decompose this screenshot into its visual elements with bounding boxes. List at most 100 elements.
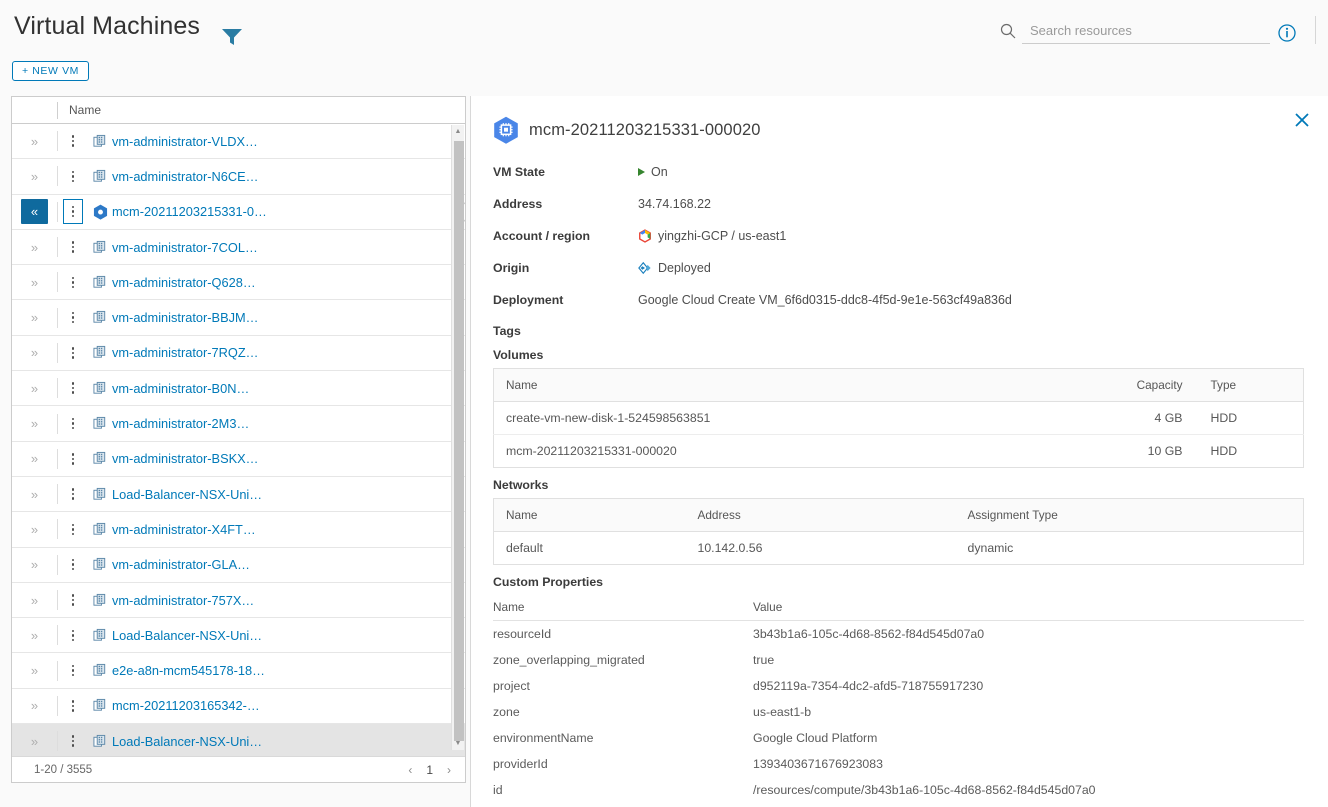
row-actions-menu-button[interactable] — [58, 558, 88, 571]
expand-row-button[interactable]: » — [12, 734, 57, 749]
vm-list-row-selected[interactable]: « mcm-20211203215331-0… — [12, 194, 465, 230]
vm-row-name[interactable]: vm-administrator-VLDX… — [112, 134, 258, 149]
vm-row-name[interactable]: vm-administrator-BBJM… — [112, 310, 258, 325]
vm-row-name[interactable]: Load-Balancer-NSX-Uni… — [112, 628, 262, 643]
row-actions-menu-button[interactable] — [58, 700, 88, 712]
custom-property-row: zone us-east1-b — [493, 699, 1304, 725]
collapse-row-button[interactable]: « — [12, 199, 57, 225]
scrollbar-thumb[interactable] — [454, 141, 464, 741]
vm-row-name[interactable]: vm-administrator-Q628… — [112, 275, 256, 290]
vm-list-row[interactable]: » e2e-a8n-mcm545178-18… — [12, 653, 465, 689]
row-actions-menu-button[interactable] — [58, 135, 88, 147]
vm-list-row[interactable]: » Load-Balancer-NSX-Uni… — [12, 618, 465, 654]
row-actions-menu-button[interactable] — [58, 276, 88, 289]
close-x-icon[interactable] — [1292, 110, 1312, 130]
vm-list-row[interactable]: » vm-administrator-X4FT… — [12, 512, 465, 548]
expand-row-button[interactable]: » — [12, 134, 57, 149]
expand-row-button[interactable]: » — [12, 451, 57, 466]
expand-row-button[interactable]: » — [12, 557, 57, 572]
expand-row-button[interactable]: » — [12, 487, 57, 502]
volumes-table-header-row: Name Capacity Type — [493, 368, 1304, 402]
vm-list-row[interactable]: » vm-administrator-7RQZ… — [12, 335, 465, 372]
row-actions-menu-button[interactable] — [58, 382, 88, 394]
vm-list-row[interactable]: » Load-Balancer-NSX-Uni… — [12, 724, 465, 760]
vm-list-row[interactable]: » vm-administrator-7COL… — [12, 229, 465, 266]
vm-icon — [88, 698, 112, 713]
vm-list-row[interactable]: » vm-administrator-VLDX… — [12, 124, 465, 160]
vm-detail-panel: mcm-20211203215331-000020 VM State On Addr… — [470, 96, 1328, 807]
vm-list-row[interactable]: » vm-administrator-2M3… — [12, 406, 465, 442]
search-container — [1000, 20, 1270, 46]
vm-row-name[interactable]: vm-administrator-7COL… — [112, 240, 258, 255]
expand-row-button[interactable]: » — [12, 416, 57, 431]
row-actions-menu-button[interactable] — [58, 488, 88, 500]
vm-list-row[interactable]: » vm-administrator-N6CE… — [12, 159, 465, 195]
vm-row-name[interactable]: e2e-a8n-mcm545178-18… — [112, 663, 265, 678]
row-actions-menu-button[interactable] — [58, 664, 88, 677]
row-actions-menu-button[interactable] — [58, 594, 88, 606]
info-circle-icon[interactable] — [1278, 24, 1296, 42]
row-actions-menu-button[interactable] — [58, 241, 88, 253]
expand-row-button[interactable]: » — [12, 698, 57, 713]
vm-row-name[interactable]: vm-administrator-2M3… — [112, 416, 249, 431]
row-actions-menu-button[interactable] — [58, 629, 88, 642]
expand-row-button[interactable]: » — [12, 275, 57, 290]
custom-property-name: id — [493, 783, 503, 797]
filter-funnel-icon[interactable] — [220, 26, 244, 48]
row-actions-menu-button[interactable] — [58, 735, 88, 747]
row-actions-menu-button[interactable] — [58, 453, 88, 465]
next-page-button[interactable]: › — [447, 763, 451, 777]
vm-row-name[interactable]: vm-administrator-BSKX… — [112, 451, 258, 466]
vm-list-row[interactable]: » vm-administrator-757X… — [12, 582, 465, 619]
vm-row-name[interactable]: Load-Balancer-NSX-Uni… — [112, 734, 262, 749]
vm-icon — [88, 169, 112, 184]
detail-property-row: Address 34.74.168.22 — [493, 188, 1328, 220]
vm-list-row[interactable]: » vm-administrator-Q628… — [12, 265, 465, 301]
custom-property-value: us-east1-b — [753, 705, 812, 719]
prev-page-button[interactable]: ‹ — [408, 763, 412, 777]
custom-property-row: project d952119a-7354-4dc2-afd5-718755917… — [493, 673, 1304, 699]
vm-row-name[interactable]: vm-administrator-N6CE… — [112, 169, 258, 184]
expand-row-button[interactable]: » — [12, 663, 57, 678]
vm-row-name[interactable]: vm-administrator-B0N… — [112, 381, 249, 396]
tags-section-title: Tags — [493, 324, 521, 338]
expand-row-button[interactable]: » — [12, 169, 57, 184]
vm-list-row[interactable]: » vm-administrator-BBJM… — [12, 300, 465, 336]
expand-row-button[interactable]: » — [12, 345, 57, 360]
expand-row-button[interactable]: » — [12, 381, 57, 396]
vm-list-row[interactable]: » Load-Balancer-NSX-Uni… — [12, 476, 465, 513]
vm-list-row[interactable]: » vm-administrator-B0N… — [12, 371, 465, 407]
vm-row-name[interactable]: vm-administrator-757X… — [112, 593, 254, 608]
vm-list-row[interactable]: » vm-administrator-BSKX… — [12, 441, 465, 477]
row-actions-menu-button[interactable] — [58, 523, 88, 536]
list-scrollbar[interactable]: ▲ ▼ — [451, 125, 464, 750]
vm-row-name[interactable]: vm-administrator-X4FT… — [112, 522, 256, 537]
vm-row-name[interactable]: vm-administrator-GLA… — [112, 557, 250, 572]
expand-row-button[interactable]: » — [12, 240, 57, 255]
custom-property-row: zone_overlapping_migrated true — [493, 647, 1304, 673]
scroll-up-arrow-icon[interactable]: ▲ — [452, 125, 464, 138]
chevron-double-left-icon[interactable]: « — [21, 199, 48, 225]
expand-row-button[interactable]: » — [12, 593, 57, 608]
expand-row-button[interactable]: » — [12, 522, 57, 537]
vm-row-name[interactable]: vm-administrator-7RQZ… — [112, 345, 258, 360]
row-actions-menu-button[interactable] — [58, 170, 88, 183]
custom-property-value: d952119a-7354-4dc2-afd5-718755917230 — [753, 679, 984, 693]
expand-row-button[interactable]: » — [12, 628, 57, 643]
new-vm-button[interactable]: + NEW VM — [12, 61, 90, 81]
vm-row-name[interactable]: mcm-20211203165342-… — [112, 698, 260, 713]
current-page-number[interactable]: 1 — [426, 763, 433, 777]
play-triangle-icon — [638, 168, 645, 176]
expand-row-button[interactable]: » — [12, 310, 57, 325]
search-input[interactable] — [1022, 20, 1270, 44]
row-actions-menu-button[interactable] — [58, 417, 88, 430]
vm-list-row[interactable]: » vm-administrator-GLA… — [12, 547, 465, 583]
row-actions-menu-button[interactable] — [58, 347, 88, 359]
row-actions-menu-button[interactable] — [58, 199, 88, 225]
vm-icon — [88, 381, 112, 396]
vm-row-name[interactable]: Load-Balancer-NSX-Uni… — [112, 487, 262, 502]
vm-row-name[interactable]: mcm-20211203215331-0… — [112, 204, 267, 219]
vm-list-row[interactable]: » mcm-20211203165342-… — [12, 688, 465, 725]
row-actions-menu-button[interactable] — [58, 311, 88, 324]
scroll-down-arrow-icon[interactable]: ▼ — [452, 737, 464, 750]
